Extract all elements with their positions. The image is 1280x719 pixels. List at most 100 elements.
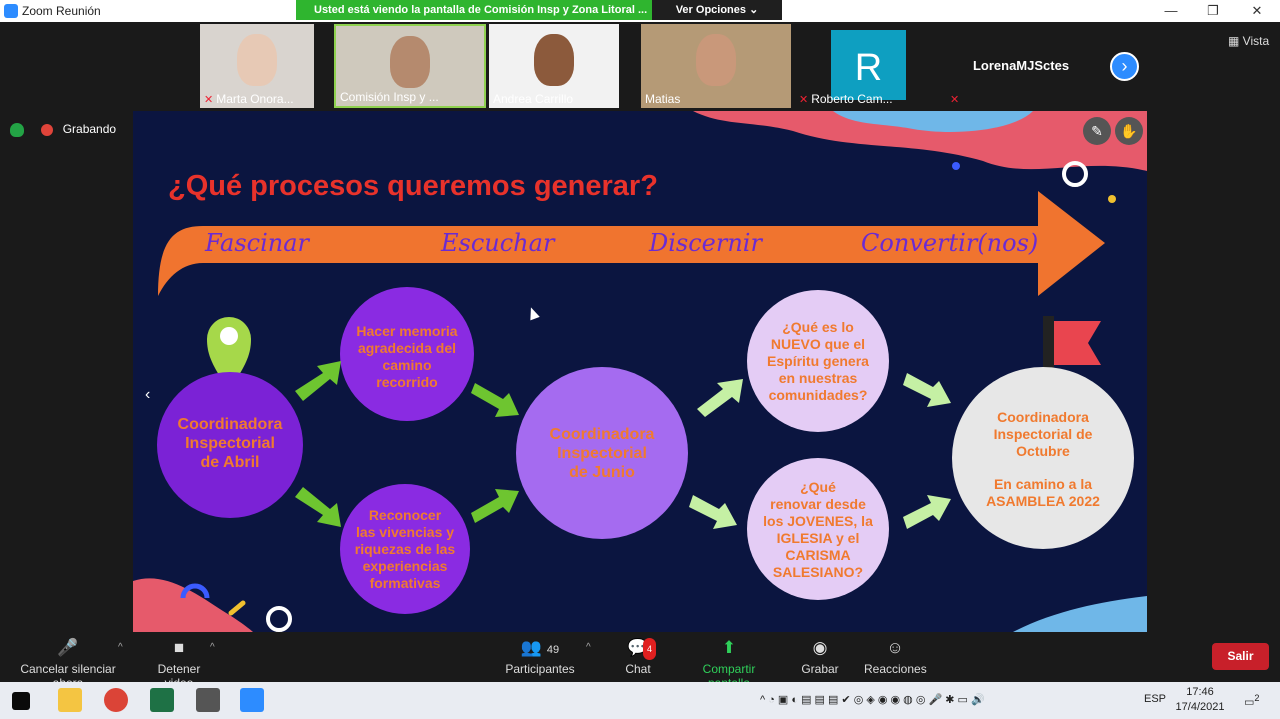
green-arrow [471,489,519,523]
leave-meeting-button[interactable]: Salir [1212,643,1269,670]
circle-text: Coordinadora [550,426,655,443]
arrow-word: Convertir(nos) [861,229,1038,257]
green-arrow [295,361,341,401]
windows-taskbar: ^ ◔ ▣ ◐ ▤ ▤ ▤ ✔ ◎ ◈ ◉ ◉ ◍ ◎ 🎤 ✱ ▭ 🔊 ESP … [0,682,1280,719]
calendar-app-icon[interactable] [196,688,220,712]
shared-screen: ¿Qué procesos queremos generar? Fascinar… [133,111,1147,632]
minimize-button[interactable]: — [1156,2,1186,20]
zoom-app-icon [4,4,18,18]
chat-label: Chat [625,662,651,676]
circle-text: de Junio [569,464,635,481]
view-button[interactable]: ▦ Vista [1228,34,1269,48]
audio-options-caret[interactable]: ^ [118,642,123,653]
language-indicator[interactable]: ESP [1144,693,1166,705]
circle-text: Inspectorial [185,435,275,452]
arrow-word: Escuchar [440,229,556,257]
decor-ring [266,606,292,632]
decor-dot [952,162,960,170]
view-options-button[interactable]: Ver Opciones ⌄ [652,0,782,20]
close-button[interactable]: ✕ [1242,2,1272,20]
participant-name: Roberto Cam... [811,92,893,106]
flag-icon [1054,321,1101,365]
participant-tile[interactable]: Comisión Insp y ... [334,24,486,108]
recording-label: Grabando [62,122,117,136]
muted-microphone-icon: 🎤 [57,638,79,657]
record-icon: ◉ [812,638,828,657]
participants-icon: 👥 [520,638,543,657]
circle-text: en nuestras [779,370,858,386]
circle-text: camino [382,357,431,373]
circle-text: recorrido [376,374,437,390]
record-dot-icon [41,123,54,136]
circle-text: Coordinadora [178,416,283,433]
grid-icon: ▦ [1228,34,1243,48]
decor-bottom-right [1013,596,1147,632]
raise-hand-icon[interactable]: ✋ [1115,117,1143,145]
participant-initial-avatar: R [831,30,906,100]
participants-label: Participantes [505,662,575,676]
participant-tile[interactable]: ✕ Marta Onora... [200,24,314,108]
green-arrow [903,373,951,407]
previous-page-arrow[interactable]: ‹ [145,386,150,404]
chat-unread-badge: 4 [642,638,656,660]
window-title: Zoom Reunión [22,4,101,18]
notifications-icon[interactable]: ▭2 [1244,693,1260,709]
participant-name: Comisión Insp y ... [340,90,439,104]
decor-dot [1108,195,1116,203]
participant-video [237,34,277,86]
recording-indicator[interactable]: Grabando [10,122,116,137]
excel-icon[interactable] [150,688,174,712]
notification-count: 2 [1254,693,1260,703]
record-button[interactable]: ◉ Grabar [800,638,840,676]
participant-tile[interactable]: LorenaMJSctes ✕ [946,24,1096,108]
circle-text: En camino a la [994,476,1092,492]
participants-count: 49 [546,644,560,656]
file-explorer-icon[interactable] [58,688,82,712]
green-arrow [689,495,737,529]
participants-options-caret[interactable]: ^ [586,642,591,653]
circle-text: agradecida del [358,340,456,356]
circle-text: Coordinadora [997,409,1089,425]
slide-canvas: ¿Qué procesos queremos generar? Fascinar… [133,111,1147,632]
security-shield-icon [10,122,24,137]
participant-tile[interactable]: Matias [641,24,791,108]
circle-text: ASAMBLEA 2022 [986,493,1100,509]
participant-name: LorenaMJSctes [972,58,1070,73]
green-arrow [697,379,743,417]
participant-tile[interactable]: R ✕ Roberto Cam... [795,24,945,108]
taskbar-clock[interactable]: 17:46 17/4/2021 [1170,685,1230,715]
circle-text: SALESIANO? [773,564,863,580]
decor-dash [228,600,246,616]
circle-text: formativas [370,575,441,591]
participant-video [534,34,574,86]
muted-mic-icon: ✕ [204,94,214,106]
video-options-caret[interactable]: ^ [210,642,215,653]
restore-button[interactable]: ❐ [1198,2,1228,20]
circle-text: ¿Qué es lo [782,319,854,335]
green-arrow [295,487,341,527]
circle-text: ¿Qué [800,479,836,495]
zoom-taskbar-icon[interactable] [240,688,264,712]
chat-button[interactable]: 💬 4 Chat [622,638,656,676]
participants-button[interactable]: 👥 49 Participantes [505,638,575,676]
start-windows-icon[interactable] [12,692,30,710]
slide-tools: ✎ ✋ [1079,117,1143,145]
system-tray-icons[interactable]: ^ ◔ ▣ ◐ ▤ ▤ ▤ ✔ ◎ ◈ ◉ ◉ ◍ ◎ 🎤 ✱ ▭ 🔊 [760,693,985,706]
circle-text: Inspectorial de [994,426,1093,442]
chat-bubble-icon: 💬 4 [626,638,656,660]
view-label: Vista [1242,34,1270,48]
circle-text: experiencias [363,558,448,574]
participant-tile[interactable]: Andrea Carrillo [489,24,619,108]
next-participants-button[interactable]: › [1110,52,1139,81]
circle-text: renovar desde [770,496,866,512]
circle-text: IGLESIA y el [777,530,860,546]
participant-video [390,36,430,88]
annotate-pencil-icon[interactable]: ✎ [1083,117,1111,145]
muted-mic-icon: ✕ [950,94,960,106]
circle-text: Hacer memoria [356,323,457,339]
chrome-icon[interactable] [104,688,128,712]
reactions-button[interactable]: ☺ Reacciones [864,638,927,676]
screen-share-banner: Usted está viendo la pantalla de Comisió… [296,0,782,20]
circle-text: NUEVO que el [771,336,865,352]
participant-video [696,34,736,86]
